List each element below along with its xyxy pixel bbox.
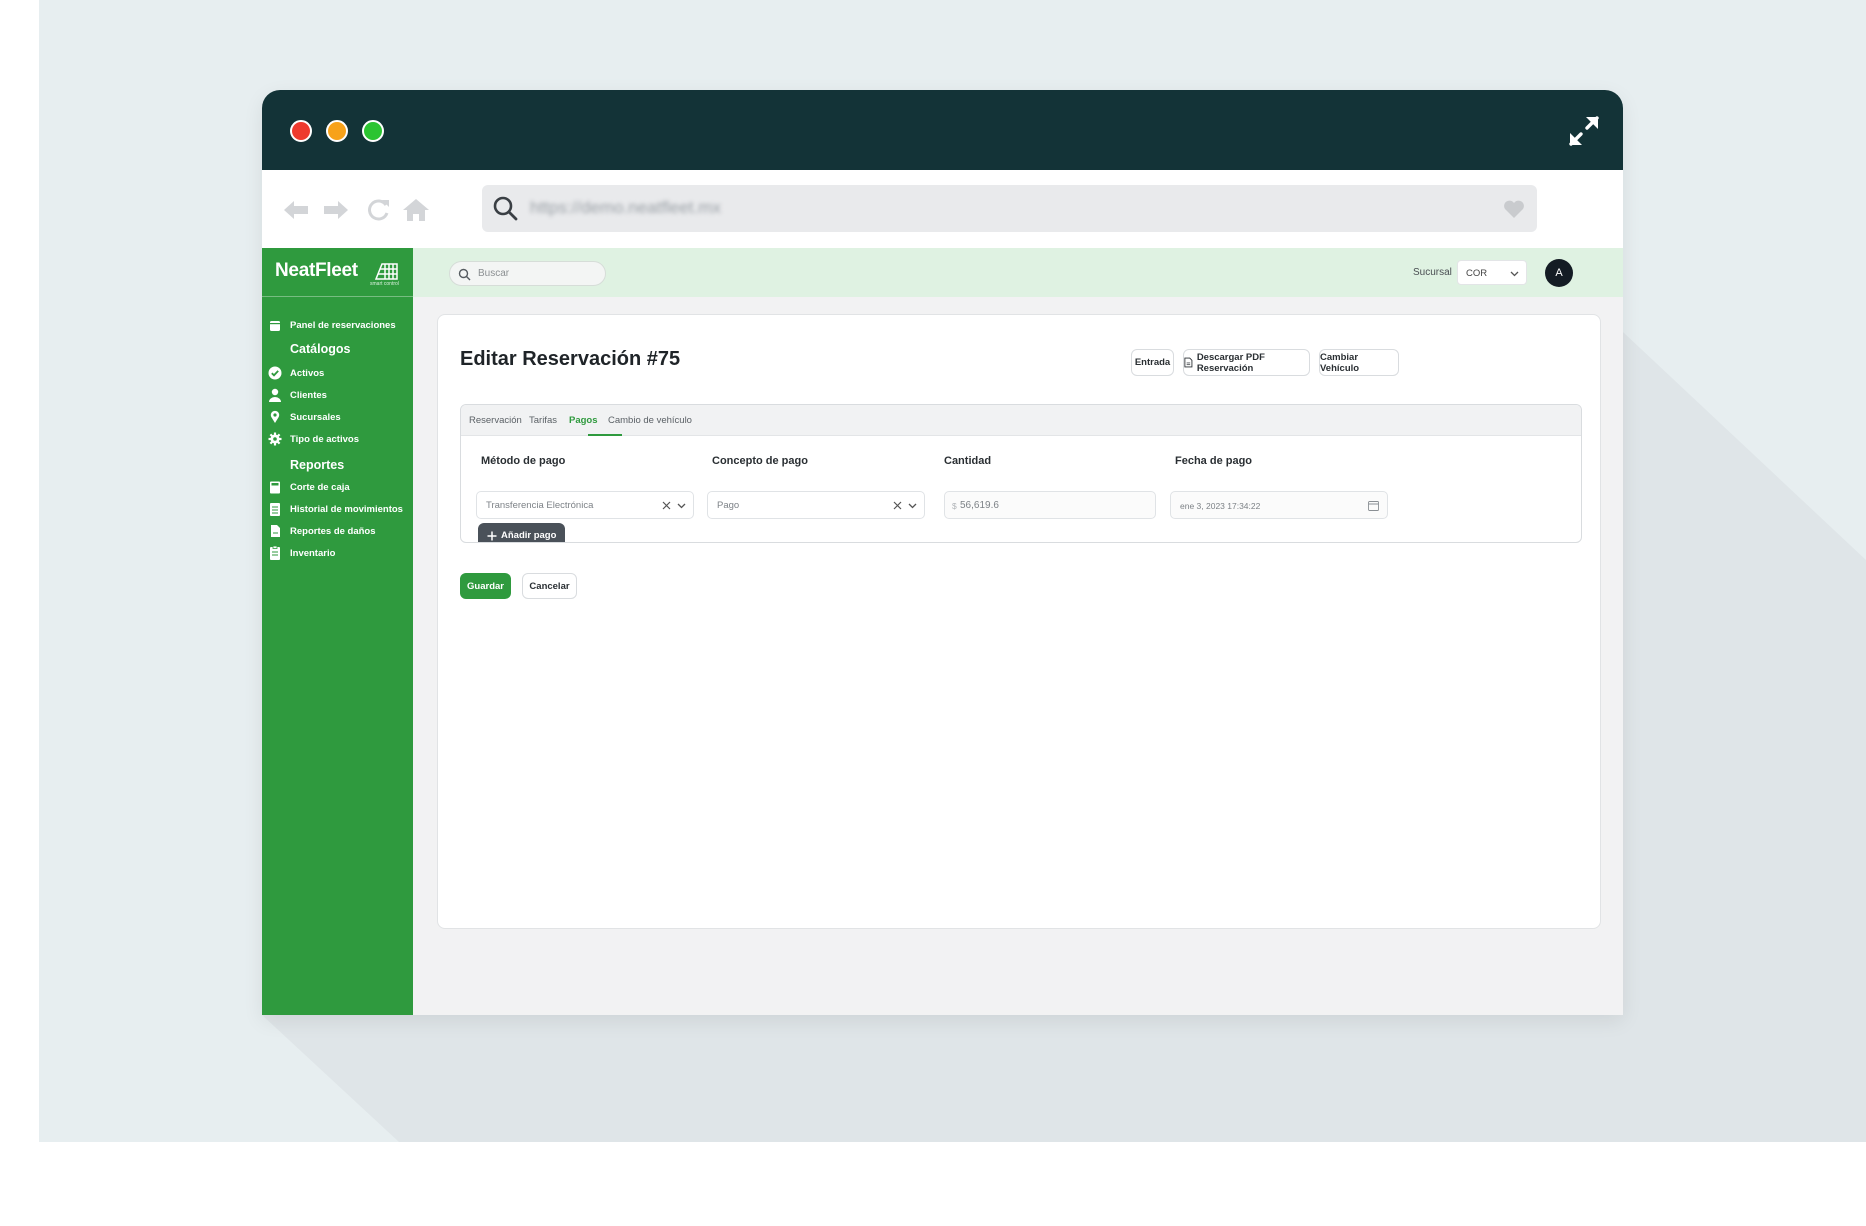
address-bar[interactable]: https://demo.neatfleet.mx (482, 185, 1537, 232)
logo-text: NeatFleet (275, 260, 358, 281)
cancel-button[interactable]: Cancelar (522, 573, 577, 599)
payment-date-picker[interactable]: ene 3, 2023 17:34:22 (1170, 491, 1388, 519)
url-text: https://demo.neatfleet.mx (530, 198, 721, 217)
amount-value: 56,619.6 (960, 500, 999, 511)
home-icon[interactable] (402, 196, 430, 224)
tab-bar: Reservación Tarifas Pagos Cambio de vehí… (461, 405, 1581, 436)
sidebar-item-clients[interactable]: Clientes (268, 386, 327, 404)
sidebar-item-movement-history[interactable]: Historial de movimientos (268, 500, 403, 518)
tab-rates[interactable]: Tarifas (529, 415, 557, 426)
maximize-window-button[interactable] (362, 120, 384, 142)
sidebar-item-label: Sucursales (290, 411, 341, 423)
sidebar-heading-reports: Reportes (290, 458, 345, 472)
browser-window: https://demo.neatfleet.mx NeatFleet smar… (262, 90, 1623, 1015)
add-payment-button[interactable]: Añadir pago (478, 523, 566, 542)
sidebar-item-label: Historial de movimientos (290, 503, 403, 515)
sidebar-item-label: Corte de caja (290, 481, 350, 493)
payment-concept-select[interactable]: Pago (707, 491, 925, 519)
branch-select[interactable]: COR (1457, 260, 1527, 285)
currency-symbol: $ (952, 501, 957, 511)
topbar: Buscar Sucursal COR A (413, 248, 1623, 297)
sidebar: NeatFleet smart control Panel de reserva… (262, 248, 413, 1015)
logo-mark-icon (374, 263, 398, 280)
payment-method-label: Método de pago (481, 455, 566, 467)
sidebar-item-damage-reports[interactable]: Reportes de daños (268, 522, 376, 540)
entry-button[interactable]: Entrada (1131, 349, 1174, 376)
search-input[interactable]: Buscar (449, 261, 606, 286)
amount-label: Cantidad (944, 455, 992, 467)
close-window-button[interactable] (290, 120, 312, 142)
chevron-down-icon (1510, 271, 1519, 277)
forward-arrow-icon[interactable] (322, 196, 350, 224)
sidebar-item-reservations-panel[interactable]: Panel de reservaciones (268, 316, 396, 334)
sidebar-item-label: Panel de reservaciones (290, 319, 396, 331)
page-title: Editar Reservación #75 (460, 348, 681, 370)
search-icon (458, 268, 471, 281)
clear-icon[interactable] (893, 501, 902, 510)
user-icon (269, 388, 281, 402)
heart-icon[interactable] (1503, 199, 1525, 219)
save-button[interactable]: Guardar (460, 573, 511, 599)
calendar-icon[interactable] (1368, 500, 1379, 511)
calendar-icon (270, 321, 280, 331)
payment-method-value: Transferencia Electrónica (486, 500, 594, 511)
back-arrow-icon[interactable] (282, 196, 310, 224)
active-tab-indicator (588, 434, 622, 436)
tab-reservation[interactable]: Reservación (469, 415, 522, 426)
sidebar-item-label: Reportes de daños (290, 525, 376, 537)
payment-method-select[interactable]: Transferencia Electrónica (476, 491, 694, 519)
check-circle-icon (268, 366, 282, 380)
download-pdf-button[interactable]: Descargar PDF Reservación (1183, 349, 1310, 376)
sidebar-item-label: Clientes (290, 389, 327, 401)
sidebar-item-asset-types[interactable]: Tipo de activos (268, 430, 359, 448)
app-area: NeatFleet smart control Panel de reserva… (262, 248, 1623, 1015)
clipboard-check-icon (270, 546, 280, 560)
sidebar-item-assets[interactable]: Activos (268, 364, 324, 382)
payment-date-value: ene 3, 2023 17:34:22 (1180, 501, 1261, 511)
minimize-window-button[interactable] (326, 120, 348, 142)
pdf-file-icon (1184, 357, 1193, 368)
fullscreen-expand-icon[interactable] (1567, 114, 1601, 148)
gear-icon (268, 432, 282, 446)
sidebar-item-label: Tipo de activos (290, 433, 359, 445)
map-pin-icon (270, 410, 280, 423)
sidebar-item-label: Inventario (290, 547, 336, 559)
file-icon (271, 525, 280, 537)
sidebar-heading-catalogs: Catálogos (290, 342, 351, 356)
sidebar-item-cash-cut[interactable]: Corte de caja (268, 478, 350, 496)
branch-label: Sucursal (1413, 267, 1452, 278)
clear-icon[interactable] (662, 501, 671, 510)
download-pdf-label: Descargar PDF Reservación (1196, 351, 1265, 374)
branch-value: COR (1466, 268, 1488, 279)
browser-navbar: https://demo.neatfleet.mx (262, 170, 1623, 248)
avatar[interactable]: A (1545, 259, 1573, 287)
chevron-down-icon[interactable] (677, 501, 686, 510)
tab-payments[interactable]: Pagos (569, 415, 598, 426)
tabs-container: Reservación Tarifas Pagos Cambio de vehí… (460, 404, 1582, 543)
sidebar-item-inventory[interactable]: Inventario (268, 544, 335, 562)
amount-input[interactable]: $ 56,619.6 (944, 491, 1156, 519)
sidebar-item-branches[interactable]: Sucursales (268, 408, 341, 426)
payment-date-label: Fecha de pago (1175, 455, 1253, 467)
cash-register-icon (270, 481, 280, 494)
logo-tagline: smart control (370, 281, 399, 287)
logo[interactable]: NeatFleet smart control (262, 248, 413, 297)
chevron-down-icon[interactable] (908, 501, 917, 510)
payment-concept-label: Concepto de pago (712, 455, 808, 467)
reload-icon[interactable] (364, 196, 392, 224)
plus-icon (487, 531, 497, 540)
payment-concept-value: Pago (717, 500, 740, 511)
add-payment-label: Añadir pago (501, 530, 557, 541)
search-icon (493, 196, 518, 221)
search-placeholder: Buscar (478, 268, 510, 279)
tab-vehicle-change[interactable]: Cambio de vehículo (608, 415, 692, 426)
clipboard-list-icon (270, 503, 280, 516)
change-vehicle-button[interactable]: Cambiar Vehículo (1319, 349, 1399, 376)
edit-reservation-card: Editar Reservación #75 Entrada Descargar… (437, 314, 1601, 929)
sidebar-item-label: Activos (290, 367, 325, 379)
window-titlebar (262, 90, 1623, 170)
